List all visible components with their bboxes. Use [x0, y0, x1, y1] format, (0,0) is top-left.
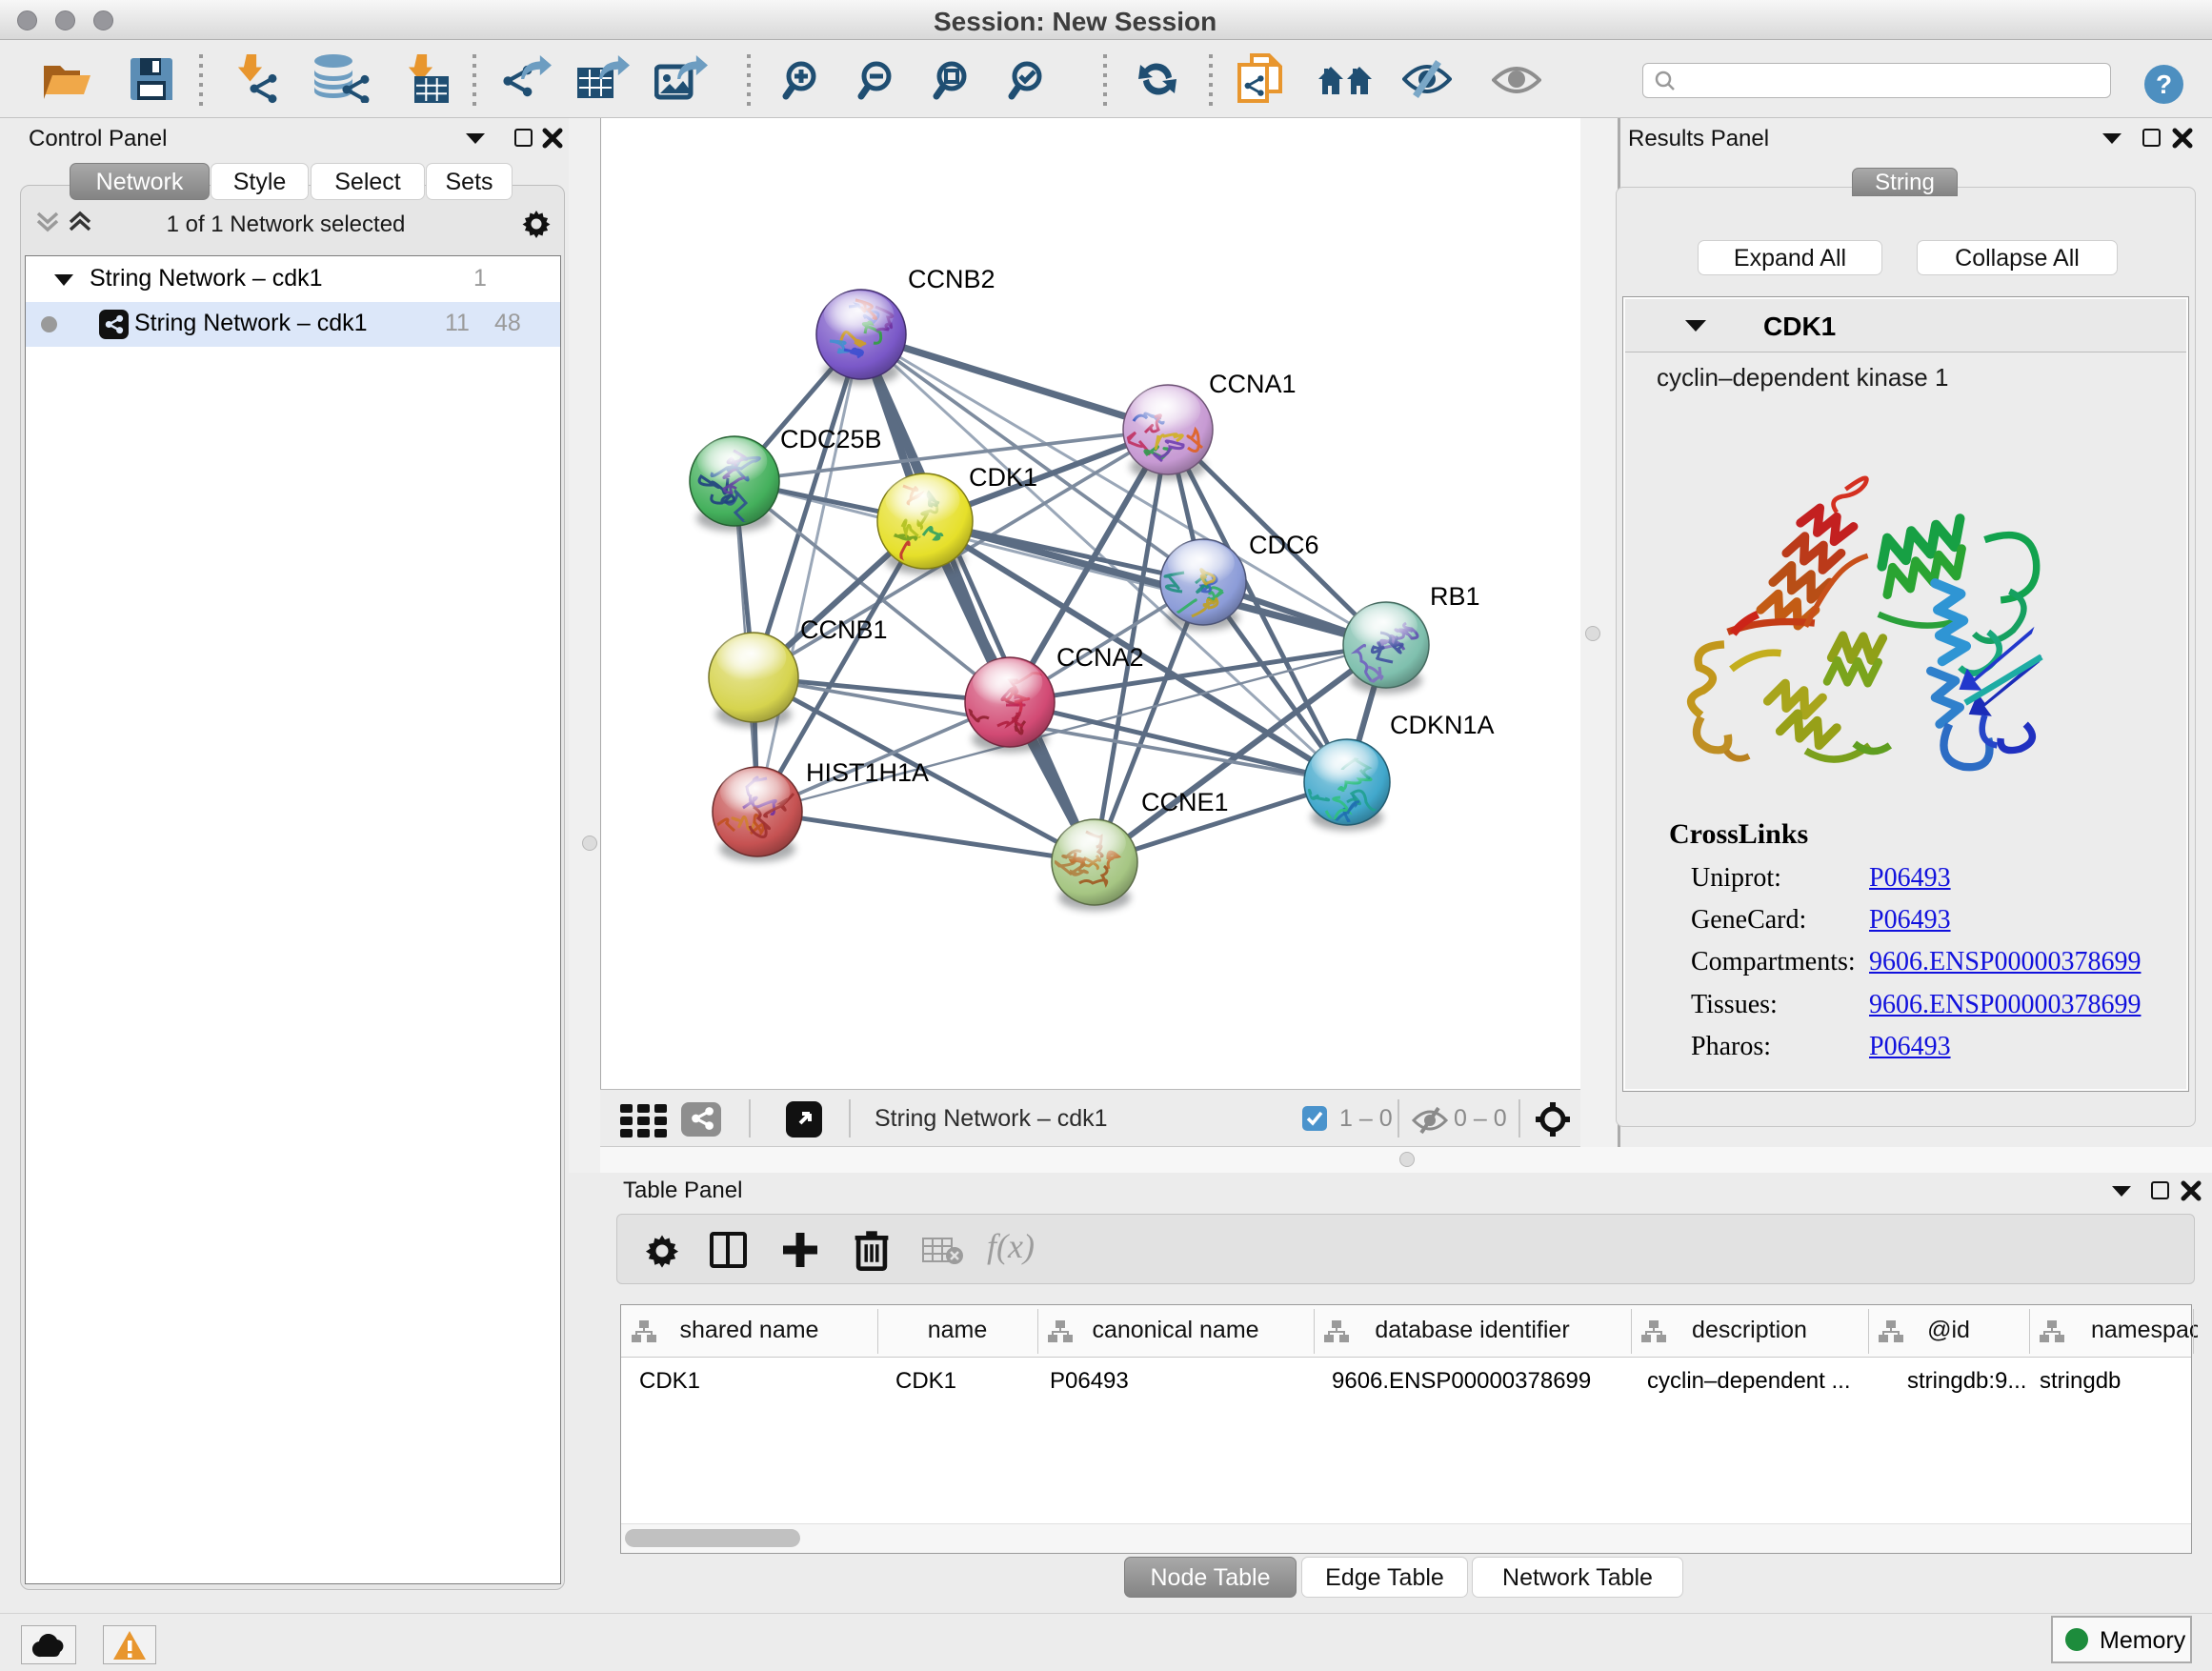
svg-text:HIST1H1A: HIST1H1A [806, 758, 929, 787]
svg-text:CCNA1: CCNA1 [1209, 370, 1297, 398]
svg-text:CCNB2: CCNB2 [908, 265, 995, 293]
svg-text:CDC25B: CDC25B [780, 425, 882, 453]
svg-text:CDK1: CDK1 [969, 463, 1037, 492]
svg-text:CCNE1: CCNE1 [1141, 788, 1229, 816]
svg-text:CDC6: CDC6 [1249, 531, 1319, 559]
svg-text:CCNA2: CCNA2 [1056, 643, 1144, 672]
svg-text:CCNB1: CCNB1 [800, 615, 888, 644]
svg-text:RB1: RB1 [1430, 582, 1480, 611]
svg-text:CDKN1A: CDKN1A [1390, 711, 1495, 739]
